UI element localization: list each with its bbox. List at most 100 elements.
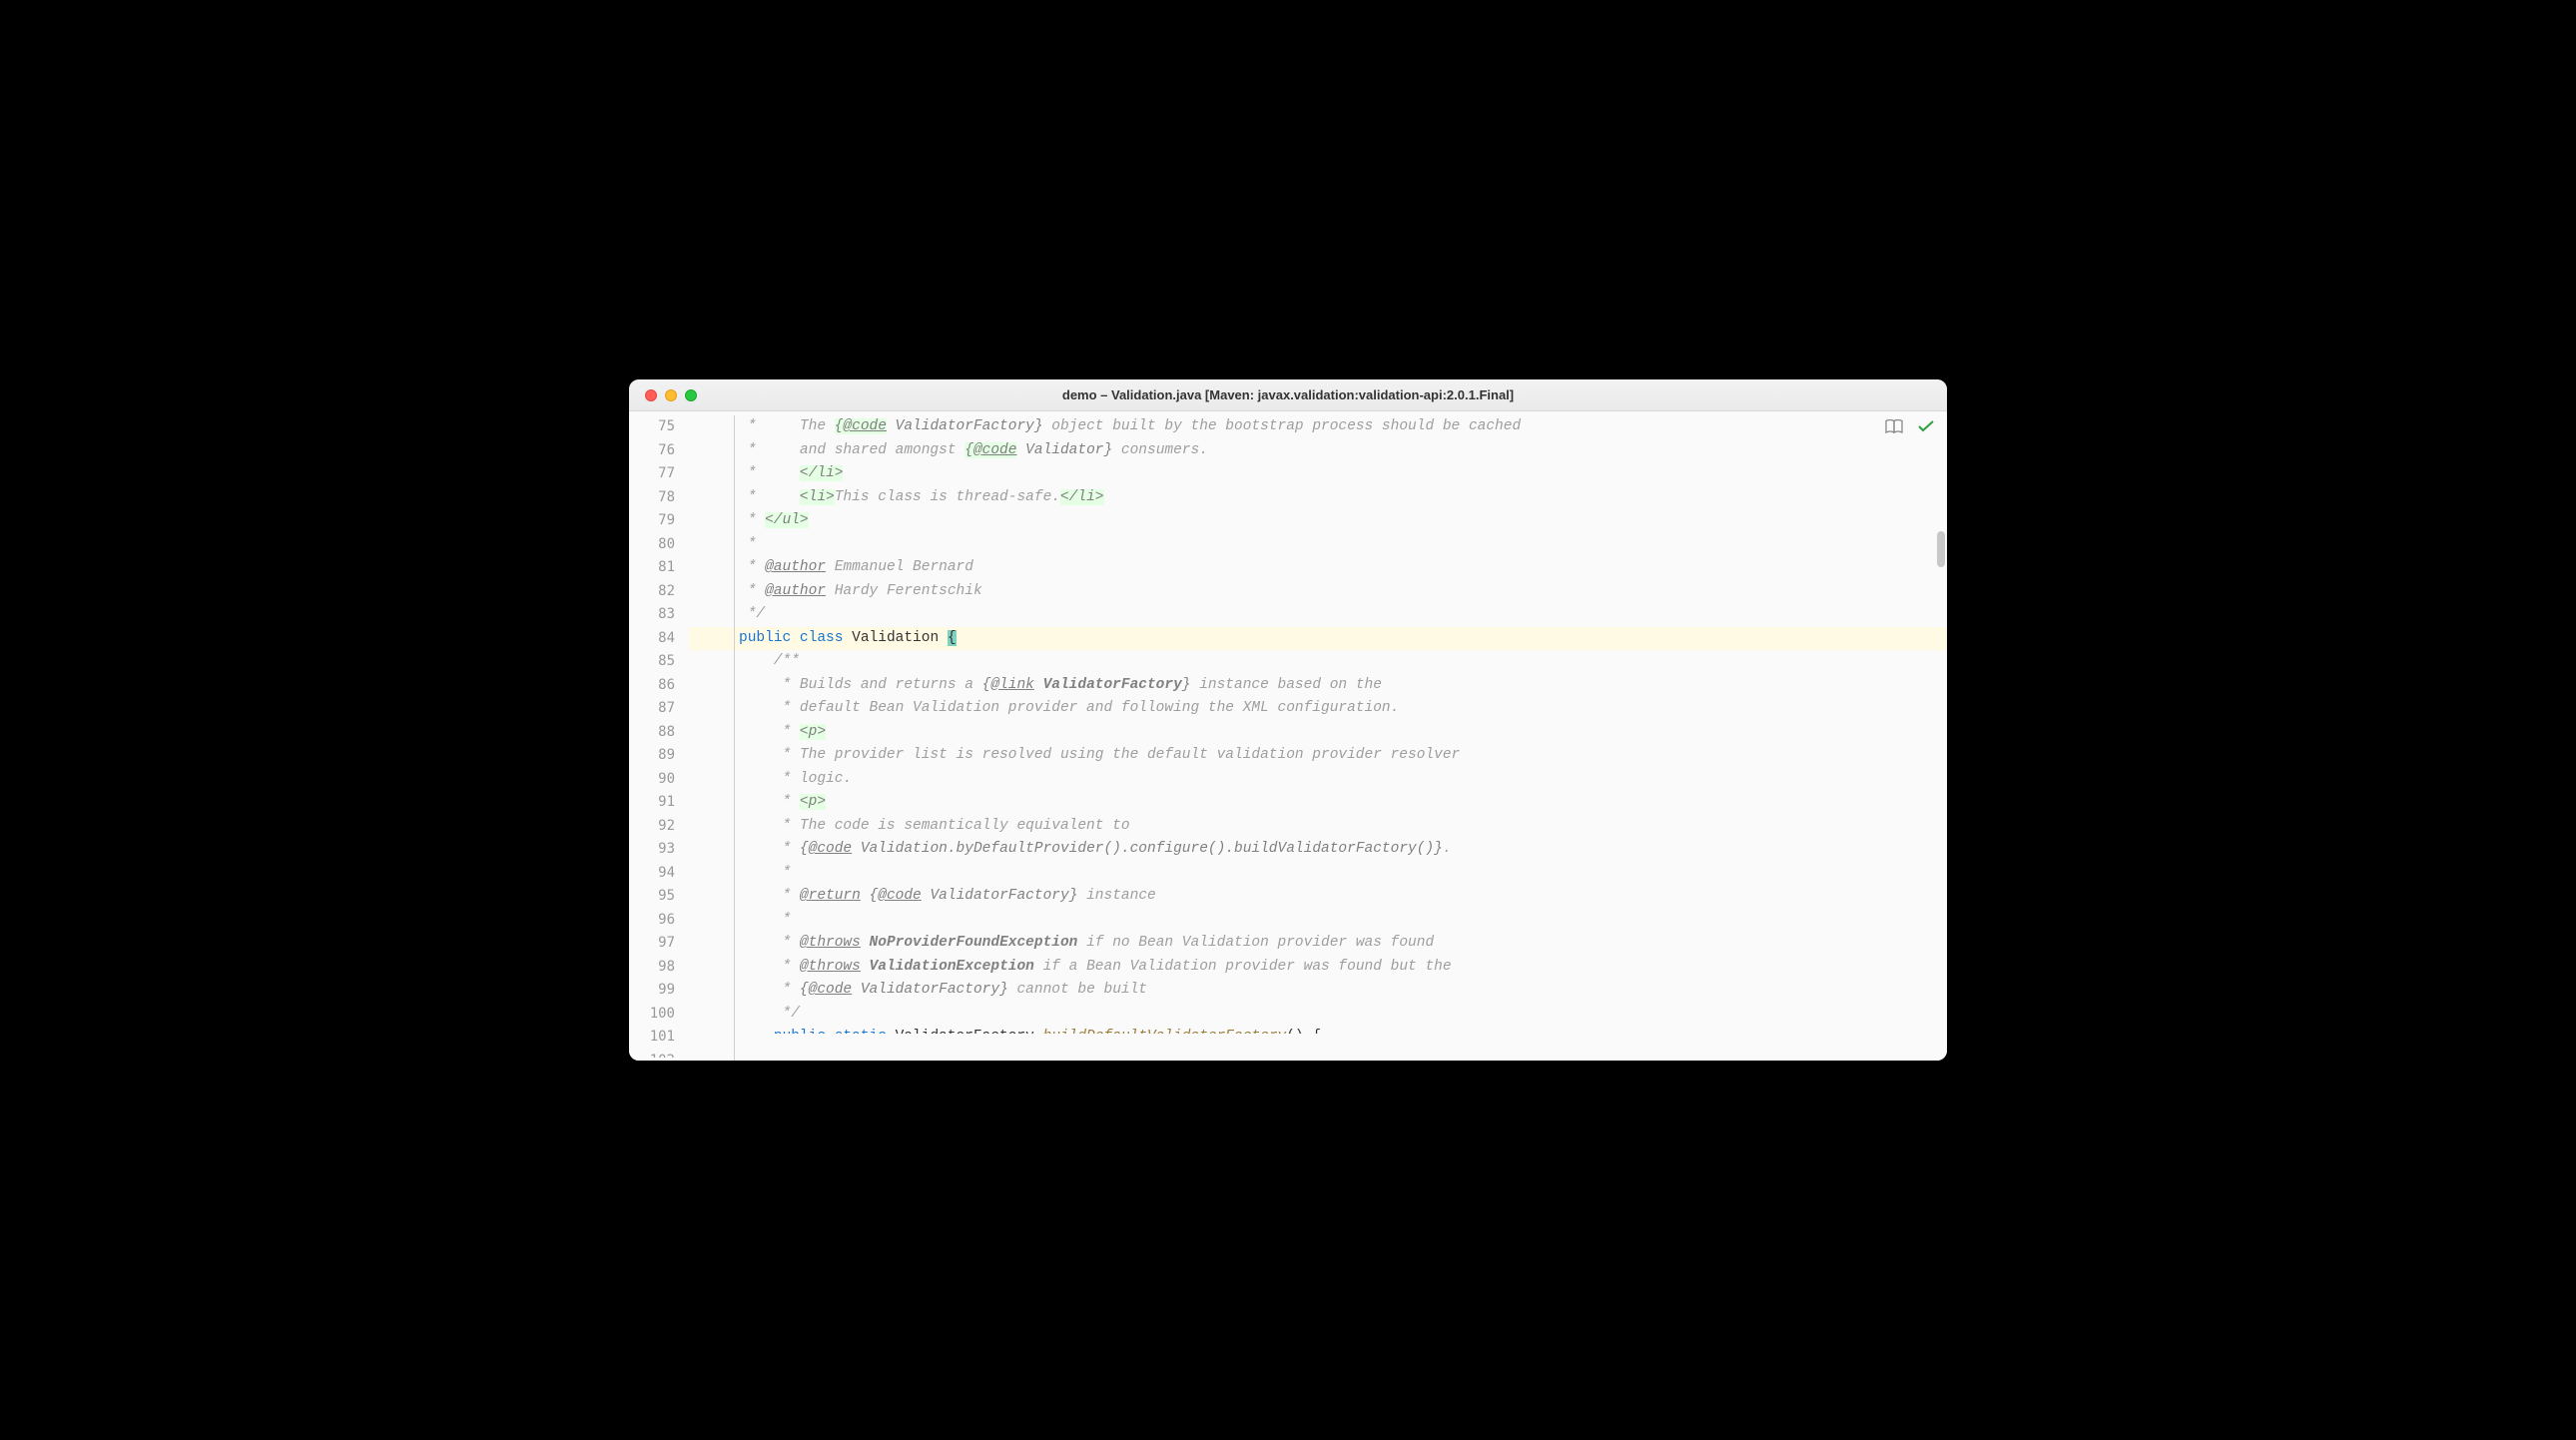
code-line[interactable]: * <li>This class is thread-safe.</li> xyxy=(689,486,1947,510)
line-number[interactable]: 76 xyxy=(629,439,689,463)
code-token: * xyxy=(739,794,800,810)
code-token: * xyxy=(739,865,791,881)
line-number[interactable]: 99 xyxy=(629,979,689,1003)
code-line[interactable]: * default Bean Validation provider and f… xyxy=(689,697,1947,721)
code-line[interactable]: * xyxy=(689,862,1947,886)
code-line[interactable]: /** xyxy=(689,650,1947,674)
code-line[interactable]: * Builds and returns a {@link ValidatorF… xyxy=(689,674,1947,698)
line-number[interactable]: 84 xyxy=(629,627,689,651)
line-number[interactable]: 78 xyxy=(629,486,689,510)
line-number[interactable]: 83 xyxy=(629,603,689,627)
reader-mode-icon[interactable] xyxy=(1885,417,1903,435)
code-token xyxy=(739,1029,774,1034)
line-number[interactable]: 89 xyxy=(629,744,689,768)
code-token: @author xyxy=(765,583,826,599)
code-token: This class is thread-safe. xyxy=(835,489,1060,505)
line-number[interactable]: 80 xyxy=(629,533,689,557)
code-token: cannot be built xyxy=(1008,982,1147,998)
code-line[interactable]: * The {@code ValidatorFactory} object bu… xyxy=(689,415,1947,439)
code-line[interactable]: * logic. xyxy=(689,768,1947,792)
code-line[interactable]: public static ValidatorFactory buildDefa… xyxy=(689,1026,1947,1034)
line-number[interactable]: 75 xyxy=(629,415,689,439)
code-token: instance xyxy=(1077,888,1155,904)
line-number[interactable]: 85 xyxy=(629,650,689,674)
code-token: @code xyxy=(809,982,853,998)
line-number[interactable]: 98 xyxy=(629,956,689,980)
line-number[interactable]: 86 xyxy=(629,674,689,698)
code-token: ValidatorFactory} xyxy=(922,888,1078,904)
code-line[interactable]: * </li> xyxy=(689,462,1947,486)
code-token: * xyxy=(739,841,800,857)
code-line[interactable]: */ xyxy=(689,1003,1947,1027)
code-token: @code xyxy=(973,442,1017,458)
code-token: * The xyxy=(739,418,835,434)
line-number[interactable]: 97 xyxy=(629,932,689,956)
code-line[interactable]: * @return {@code ValidatorFactory} insta… xyxy=(689,885,1947,909)
code-token: * The code is semantically equivalent to xyxy=(739,818,1130,834)
line-number[interactable]: 93 xyxy=(629,838,689,862)
code-token: @code xyxy=(878,888,922,904)
code-token xyxy=(861,959,870,975)
code-line[interactable]: * and shared amongst {@code Validator} c… xyxy=(689,439,1947,463)
line-number[interactable]: 95 xyxy=(629,885,689,909)
line-number[interactable]: 82 xyxy=(629,580,689,604)
code-line[interactable]: * <p> xyxy=(689,721,1947,745)
code-token: ValidatorFactory} xyxy=(887,418,1043,434)
inspection-ok-icon[interactable] xyxy=(1917,417,1935,435)
maximize-button[interactable] xyxy=(685,389,697,401)
code-line[interactable]: * xyxy=(689,533,1947,557)
code-token: ValidatorFactory xyxy=(1043,677,1182,693)
code-token: buildDefaultValidatorFactory xyxy=(1043,1029,1287,1034)
line-number[interactable]: 96 xyxy=(629,909,689,933)
code-token: * xyxy=(739,489,800,505)
code-token: if a Bean Validation provider was found … xyxy=(1034,959,1452,975)
code-line[interactable]: * {@code ValidatorFactory} cannot be bui… xyxy=(689,979,1947,1003)
code-line[interactable]: * {@code Validation.byDefaultProvider().… xyxy=(689,838,1947,862)
code-token: </ul> xyxy=(765,512,809,528)
line-number[interactable]: 88 xyxy=(629,721,689,745)
code-line[interactable]: * @author Hardy Ferentschik xyxy=(689,580,1947,604)
close-button[interactable] xyxy=(645,389,657,401)
code-area[interactable]: * The {@code ValidatorFactory} object bu… xyxy=(689,411,1947,1061)
code-token: () { xyxy=(1286,1029,1321,1034)
code-token: * xyxy=(739,888,800,904)
code-token: Validation.byDefaultProvider().configure… xyxy=(852,841,1443,857)
code-line[interactable]: * @throws ValidationException if a Bean … xyxy=(689,956,1947,980)
code-line[interactable]: * The code is semantically equivalent to xyxy=(689,815,1947,839)
code-line[interactable]: * <p> xyxy=(689,791,1947,815)
line-number[interactable]: 102 xyxy=(629,1050,689,1058)
line-number[interactable]: 79 xyxy=(629,509,689,533)
code-token xyxy=(861,935,870,951)
code-line[interactable]: public class Validation { xyxy=(689,627,1947,651)
line-number[interactable]: 90 xyxy=(629,768,689,792)
code-line[interactable]: * xyxy=(689,909,1947,933)
code-line[interactable]: * @author Emmanuel Bernard xyxy=(689,556,1947,580)
code-token xyxy=(1034,677,1043,693)
line-number[interactable]: 101 xyxy=(629,1026,689,1050)
code-token: * xyxy=(739,536,756,552)
code-token: @code xyxy=(809,841,853,857)
code-token: ValidationException xyxy=(870,959,1034,975)
line-number[interactable]: 94 xyxy=(629,862,689,886)
code-line[interactable]: * The provider list is resolved using th… xyxy=(689,744,1947,768)
code-line[interactable]: * @throws NoProviderFoundException if no… xyxy=(689,932,1947,956)
code-token: * xyxy=(739,724,800,740)
line-number[interactable]: 77 xyxy=(629,462,689,486)
code-token xyxy=(791,630,800,646)
line-number[interactable]: 92 xyxy=(629,815,689,839)
minimize-button[interactable] xyxy=(665,389,677,401)
line-number[interactable]: 87 xyxy=(629,697,689,721)
line-number[interactable]: 81 xyxy=(629,556,689,580)
code-token: public static xyxy=(774,1029,887,1034)
code-token: * xyxy=(739,512,765,528)
code-line[interactable]: * </ul> xyxy=(689,509,1947,533)
code-token: <p> xyxy=(800,724,826,740)
code-token: Validator} xyxy=(1016,442,1112,458)
code-token: </li> xyxy=(1060,489,1104,505)
code-line[interactable]: */ xyxy=(689,603,1947,627)
code-token: * xyxy=(739,465,800,481)
code-editor[interactable]: 7576777879808182838485868788899091929394… xyxy=(629,411,1947,1061)
line-number[interactable]: 91 xyxy=(629,791,689,815)
line-number[interactable]: 100 xyxy=(629,1003,689,1027)
code-token: @link xyxy=(990,677,1034,693)
